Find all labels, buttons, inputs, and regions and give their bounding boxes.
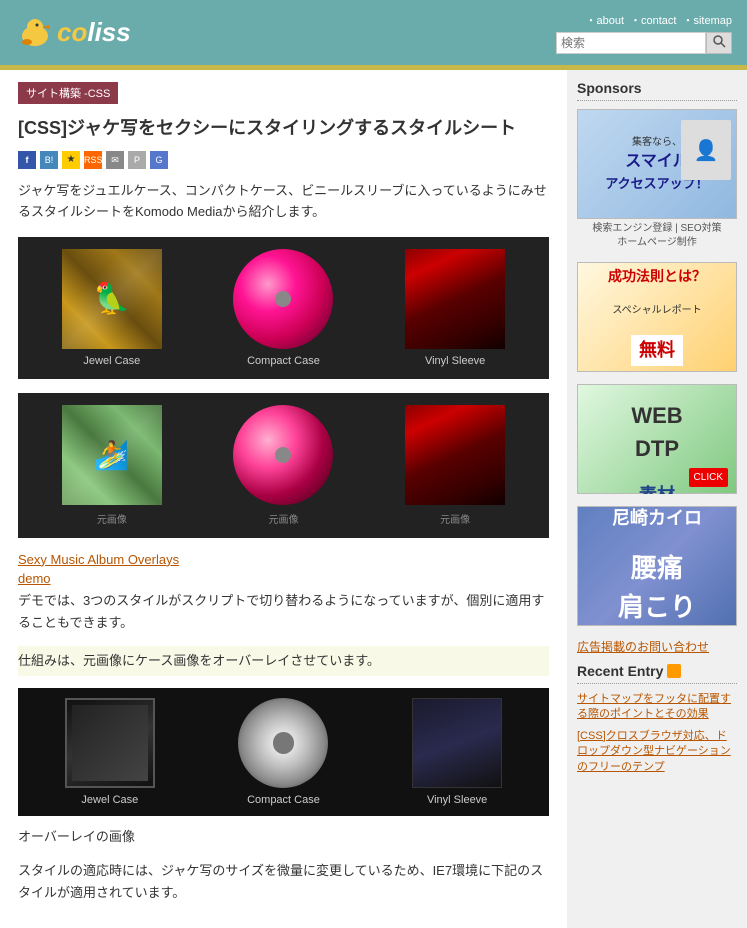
nav-links: about contact sitemap <box>585 12 732 28</box>
para3: スタイルの適応時には、ジャケ写のサイズを微量に変更しているため、IE7環境に下記… <box>18 860 549 904</box>
ad4-line1: 尼崎カイロ <box>612 506 702 532</box>
breadcrumb: サイト構築 -CSS <box>18 82 118 104</box>
overlay-vinyl: Vinyl Sleeve <box>412 698 502 806</box>
demo-link[interactable]: demo <box>18 571 549 586</box>
vinyl-label: Vinyl Sleeve <box>425 355 485 367</box>
overlay-compact-label: Compact Case <box>247 794 320 806</box>
ad-box-3: イラスト・アイコン・写真 WEB DTP 素材 CLICK <box>577 384 737 494</box>
ad-4[interactable]: 尼崎カイロ 腰痛 肩こり <box>577 506 737 626</box>
ad4-line3: 肩こり <box>618 588 696 626</box>
overlay-demo: Jewel Case Compact Case Vinyl Sleeve <box>18 688 549 816</box>
share-icon3[interactable]: G <box>150 151 168 169</box>
orig-jewel-label: 元画像 <box>97 511 127 526</box>
ad2-line3: スペシャルレポート <box>612 303 701 318</box>
ad-2[interactable]: 企業WEBサイトの 成功法則とは？ スペシャルレポート 無料 ダウンロード <box>577 262 737 372</box>
orig-compact-label: 元画像 <box>268 511 298 526</box>
ad1-cap1-text: 検索エンジン登録 | SEO対策 <box>592 223 721 234</box>
site-logo[interactable]: coliss <box>15 14 131 52</box>
search-button[interactable] <box>706 32 732 54</box>
logo-co: co <box>57 17 87 48</box>
ad-1[interactable]: 集客なら、 スマイル アクセスアップ！ 👤 検索エンジン登録 | SEO対策 ホ… <box>577 109 737 250</box>
overlay-caption: オーバーレイの画像 <box>18 826 549 848</box>
facebook-icon[interactable]: f <box>18 151 36 169</box>
jewel-overlay-image <box>65 698 155 788</box>
sponsors-title: Sponsors <box>577 80 737 101</box>
search-icon <box>712 34 726 48</box>
recent-item-1[interactable]: サイトマップをフッタに配置する際のポイントとその効果 <box>577 692 737 723</box>
ad-3[interactable]: イラスト・アイコン・写真 WEB DTP 素材 CLICK <box>577 384 737 494</box>
star-icon[interactable]: ★ <box>62 151 80 169</box>
jewel-case-image <box>62 249 162 349</box>
overlay-compact: Compact Case <box>238 698 328 806</box>
vinyl-sleeve-image <box>405 249 505 349</box>
main-content: サイト構築 -CSS [CSS]ジャケ写をセクシーにスタイリングするスタイルシー… <box>0 70 567 928</box>
recent-item-2[interactable]: [CSS]クロスブラウザ対応、ドロップダウン型ナビゲーションのフリーのテンプ <box>577 729 737 775</box>
page-layout: サイト構築 -CSS [CSS]ジャケ写をセクシーにスタイリングするスタイルシー… <box>0 70 747 928</box>
bookmark-icon[interactable]: B! <box>40 151 58 169</box>
overlay-vinyl-label: Vinyl Sleeve <box>427 794 487 806</box>
ad-box-4: 尼崎カイロ 腰痛 肩こり <box>577 506 737 626</box>
social-icons: f B! ★ RSS ✉ P G <box>18 151 549 169</box>
ad3-line2: WEB <box>631 399 682 432</box>
search-box <box>556 32 732 54</box>
ad2-line2: 成功法則とは？ <box>608 266 706 287</box>
compact-disc-image <box>233 249 333 349</box>
compact-overlay-image <box>238 698 328 788</box>
nav-contact[interactable]: contact <box>630 12 676 28</box>
cd-item-orig1: 元画像 <box>62 405 162 526</box>
ad-box-2: 企業WEBサイトの 成功法則とは？ スペシャルレポート 無料 ダウンロード <box>577 262 737 372</box>
rss-icon-sidebar <box>667 664 681 678</box>
site-header: coliss about contact sitemap <box>0 0 747 65</box>
para2: 仕組みは、元画像にケース画像をオーバーレイさせています。 <box>18 646 549 676</box>
nav-about[interactable]: about <box>585 12 624 28</box>
para1: デモでは、3つのスタイルがスクリプトで切り替わるようになっていますが、個別に適用… <box>18 590 549 634</box>
ad3-line4: 素材 <box>639 482 675 494</box>
ad4-line2: 腰痛 <box>631 549 683 588</box>
compact-label: Compact Case <box>247 355 320 367</box>
overlay-jewel-label: Jewel Case <box>81 794 138 806</box>
overlay-jewel: Jewel Case <box>65 698 155 806</box>
duck-icon <box>15 14 53 52</box>
page-title: [CSS]ジャケ写をセクシーにスタイリングするスタイルシート <box>18 116 549 141</box>
orig-compact-image <box>233 405 333 505</box>
cd-item-orig2: 元画像 <box>233 405 333 526</box>
jewel-label: Jewel Case <box>83 355 140 367</box>
sidebar: Sponsors 集客なら、 スマイル アクセスアップ！ 👤 検索エンジン登録 … <box>567 70 747 928</box>
share-icon2[interactable]: P <box>128 151 146 169</box>
rss-icon[interactable]: RSS <box>84 151 102 169</box>
cd-item-orig3: 元画像 <box>405 405 505 526</box>
nav-sitemap[interactable]: sitemap <box>682 12 732 28</box>
ad3-line3: DTP <box>635 432 679 465</box>
ad-box-1: 集客なら、 スマイル アクセスアップ！ 👤 <box>577 109 737 219</box>
logo-liss: liss <box>87 17 130 48</box>
vinyl-overlay-image <box>412 698 502 788</box>
ad2-line4: 無料 <box>631 335 683 366</box>
ad3-line5: CLICK <box>689 468 728 487</box>
recent-text: Recent Entry <box>577 663 663 679</box>
ad-inquiry-link[interactable]: 広告掲載のお問い合わせ <box>577 638 737 655</box>
recent-entry-title: Recent Entry <box>577 663 737 684</box>
cd-item-vinyl: Vinyl Sleeve <box>405 249 505 367</box>
header-right: about contact sitemap <box>556 12 732 54</box>
ad1-line2: スマイル <box>625 153 689 170</box>
sexy-album-link[interactable]: Sexy Music Album Overlays <box>18 552 549 567</box>
orig-vinyl-image <box>405 405 505 505</box>
cd-top-grid: Jewel Case Compact Case Vinyl Sleeve <box>18 237 549 379</box>
cd-item-compact: Compact Case <box>233 249 333 367</box>
article-description: ジャケ写をジュエルケース、コンパクトケース、ビニールスリーブに入っているようにみ… <box>18 181 549 223</box>
orig-jewel-image <box>62 405 162 505</box>
orig-vinyl-label: 元画像 <box>440 511 470 526</box>
ad1-cap2-text: ホームページ制作 <box>617 237 697 248</box>
ad1-caption1: 検索エンジン登録 | SEO対策 ホームページ制作 <box>577 222 737 250</box>
ad1-line1: 集客なら、 <box>632 137 682 148</box>
cd-item-jewel: Jewel Case <box>62 249 162 367</box>
cd-bottom-row: 元画像 元画像 元画像 <box>18 393 549 538</box>
share-icon1[interactable]: ✉ <box>106 151 124 169</box>
search-input[interactable] <box>556 32 706 54</box>
